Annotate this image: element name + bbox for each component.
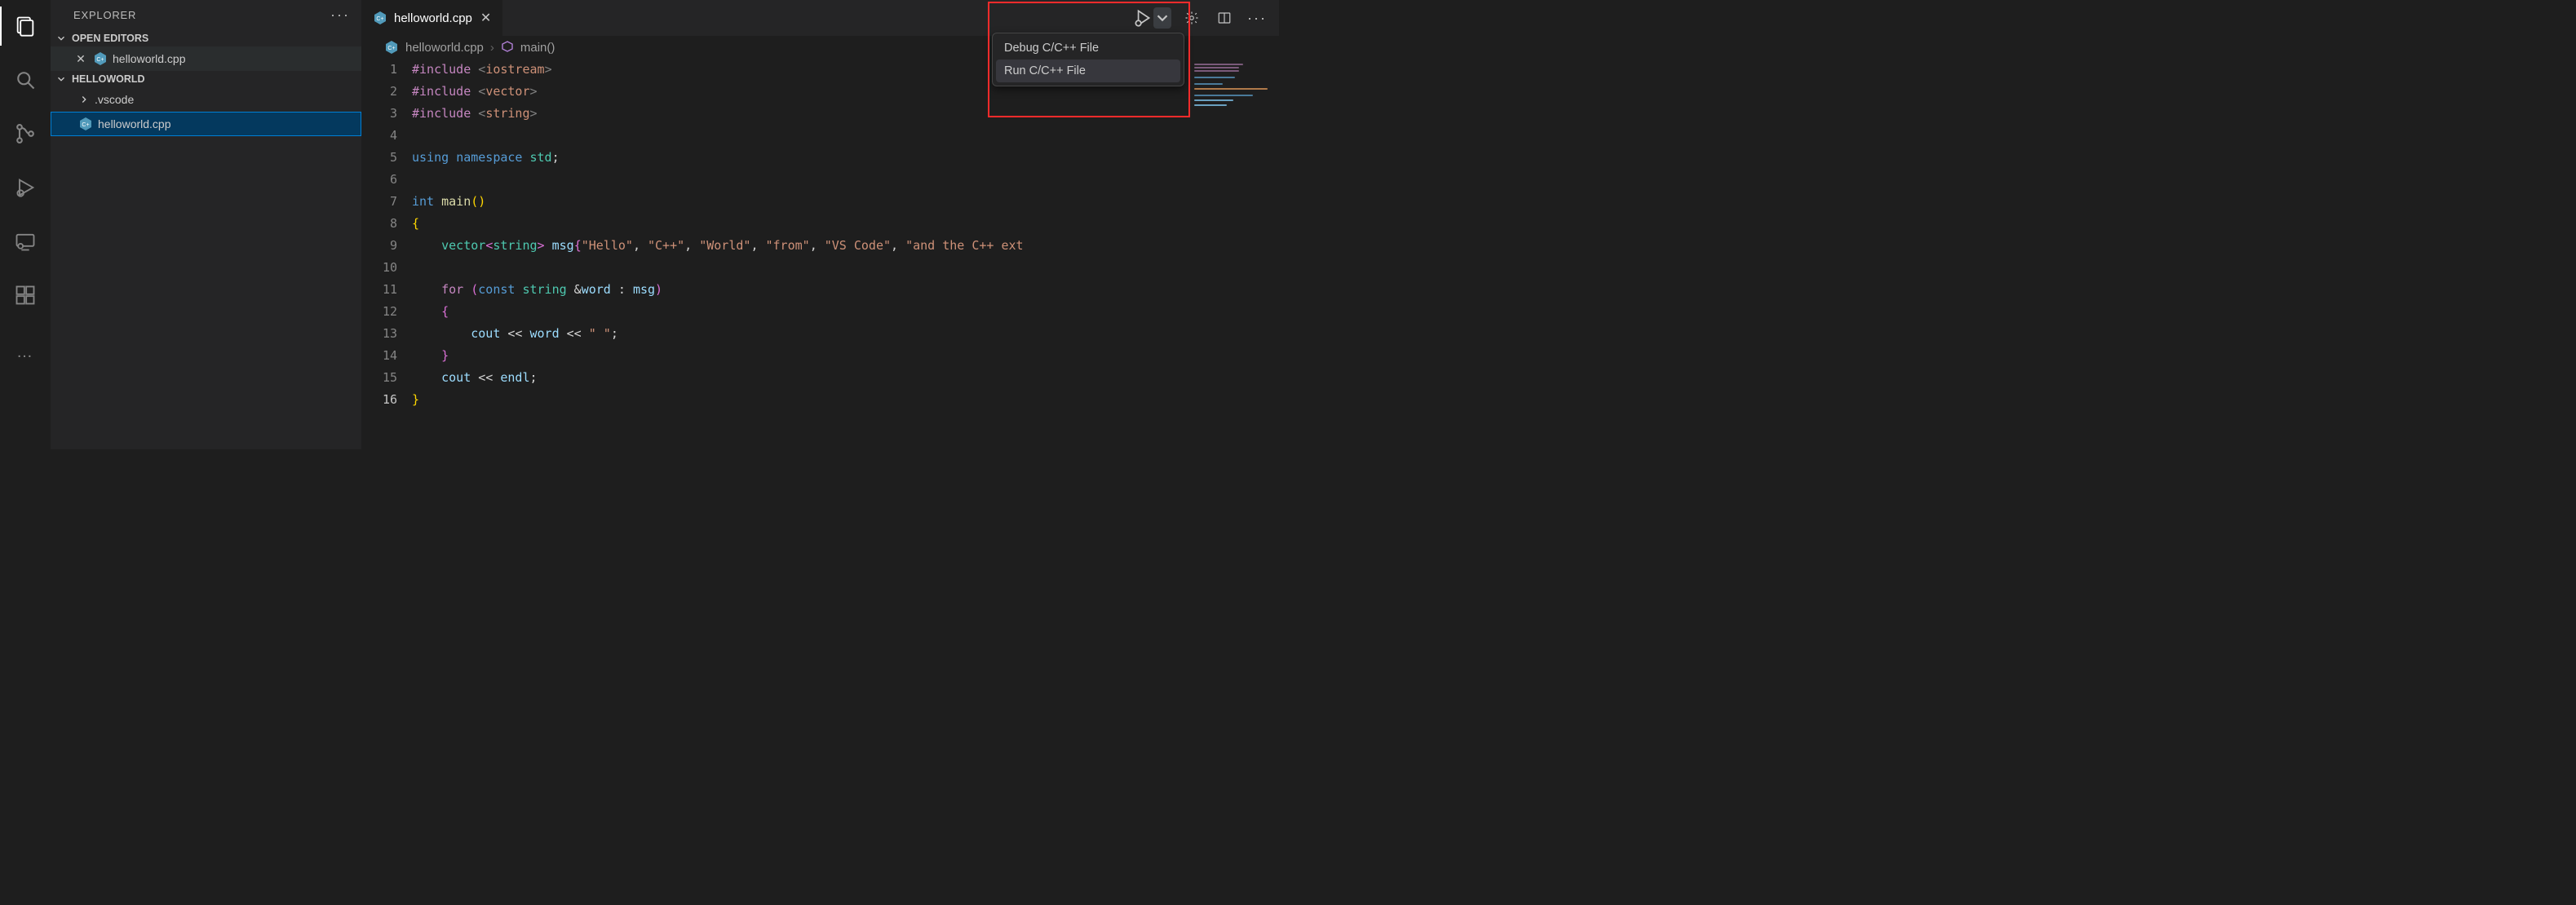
- more-icon[interactable]: ···: [1245, 6, 1269, 30]
- editor-tab-label: helloworld.cpp: [394, 11, 472, 25]
- sidebar-more-icon[interactable]: ···: [330, 7, 350, 24]
- svg-text:C+: C+: [96, 57, 104, 63]
- cpp-file-icon: C+: [384, 40, 399, 55]
- symbol-method-icon: [501, 40, 514, 55]
- editor-tab-helloworld[interactable]: C+ helloworld.cpp ✕: [361, 0, 503, 36]
- sidebar-header: EXPLORER ···: [51, 0, 361, 30]
- cpp-file-icon: C+: [78, 117, 93, 131]
- sidebar-title: EXPLORER: [73, 9, 136, 21]
- line-number: 15: [361, 367, 397, 389]
- editor-tabbar: C+ helloworld.cpp ✕ ···: [361, 0, 1279, 36]
- open-editor-item[interactable]: ✕ C+ helloworld.cpp: [51, 46, 361, 71]
- code-editor[interactable]: 12345678910111213141516 #include <iostre…: [361, 59, 1279, 449]
- code-line[interactable]: [412, 169, 1189, 191]
- svg-text:C+: C+: [376, 16, 383, 22]
- breadcrumb-symbol[interactable]: main(): [520, 41, 555, 55]
- code-line[interactable]: }: [412, 345, 1189, 367]
- line-number: 8: [361, 213, 397, 235]
- svg-text:C+: C+: [387, 46, 395, 51]
- code-line[interactable]: cout << word << " ";: [412, 323, 1189, 345]
- open-editors-label: OPEN EDITORS: [72, 33, 148, 44]
- svg-text:C+: C+: [82, 122, 89, 128]
- editor-area: C+ helloworld.cpp ✕ ···: [361, 0, 1279, 449]
- activity-search[interactable]: [6, 60, 45, 99]
- file-item-label: helloworld.cpp: [98, 117, 171, 130]
- line-number: 12: [361, 301, 397, 323]
- line-number: 4: [361, 125, 397, 147]
- line-number: 13: [361, 323, 397, 345]
- explorer-sidebar: EXPLORER ··· OPEN EDITORS ✕ C+ helloworl…: [51, 0, 361, 449]
- line-number: 2: [361, 81, 397, 103]
- open-editor-item-label: helloworld.cpp: [113, 52, 186, 65]
- line-number: 1: [361, 59, 397, 81]
- code-line[interactable]: cout << endl;: [412, 367, 1189, 389]
- run-menu-item-debug[interactable]: Debug C/C++ File: [996, 37, 1180, 60]
- code-line[interactable]: {: [412, 301, 1189, 323]
- activity-run-debug[interactable]: [6, 168, 45, 207]
- settings-gear-icon[interactable]: [1180, 6, 1204, 30]
- breadcrumb-file[interactable]: helloworld.cpp: [405, 41, 484, 55]
- code-line[interactable]: }: [412, 389, 1189, 411]
- line-number: 6: [361, 169, 397, 191]
- cpp-file-icon: C+: [373, 11, 387, 25]
- code-line[interactable]: [412, 125, 1189, 147]
- chevron-down-icon: [55, 33, 67, 44]
- code-content[interactable]: #include <iostream>#include <vector>#inc…: [412, 59, 1189, 449]
- code-line[interactable]: [412, 257, 1189, 279]
- line-number: 7: [361, 191, 397, 213]
- workspace-tree: .vscode C+ helloworld.cpp: [51, 87, 361, 136]
- play-debug-icon: [1132, 7, 1153, 29]
- line-number: 5: [361, 147, 397, 169]
- activity-extensions[interactable]: [6, 276, 45, 315]
- line-number: 11: [361, 279, 397, 301]
- run-menu-item-run[interactable]: Run C/C++ File: [996, 60, 1180, 82]
- file-item-helloworld[interactable]: C+ helloworld.cpp: [51, 112, 361, 136]
- line-number: 3: [361, 103, 397, 125]
- code-line[interactable]: for (const string &word : msg): [412, 279, 1189, 301]
- close-icon[interactable]: ✕: [73, 52, 88, 66]
- split-editor-icon[interactable]: [1212, 6, 1237, 30]
- open-editors-header[interactable]: OPEN EDITORS: [51, 30, 361, 46]
- run-menu-item-label: Debug C/C++ File: [1004, 42, 1099, 55]
- run-dropdown-menu: Debug C/C++ File Run C/C++ File: [992, 33, 1184, 86]
- line-number: 14: [361, 345, 397, 367]
- workspace-label: HELLOWORLD: [72, 73, 145, 85]
- cpp-file-icon: C+: [93, 51, 108, 66]
- line-number: 9: [361, 235, 397, 257]
- code-line[interactable]: vector<string> msg{"Hello", "C++", "Worl…: [412, 235, 1189, 257]
- activity-remote[interactable]: [6, 222, 45, 261]
- folder-item-label: .vscode: [95, 93, 134, 106]
- chevron-right-icon: ›: [490, 41, 494, 55]
- code-line[interactable]: using namespace std;: [412, 147, 1189, 169]
- chevron-down-icon: [55, 73, 67, 85]
- folder-item-vscode[interactable]: .vscode: [51, 87, 361, 112]
- chevron-right-icon: [78, 94, 90, 105]
- run-debug-split-button[interactable]: [1132, 7, 1171, 29]
- line-number-gutter: 12345678910111213141516: [361, 59, 412, 449]
- line-number: 16: [361, 389, 397, 411]
- activity-explorer[interactable]: [6, 7, 45, 46]
- open-editors-tree: ✕ C+ helloworld.cpp: [51, 46, 361, 71]
- activity-bar: …: [0, 0, 51, 449]
- activity-overflow[interactable]: …: [6, 333, 45, 372]
- chevron-down-icon[interactable]: [1153, 7, 1171, 29]
- editor-tab-actions: ···: [1132, 0, 1279, 36]
- close-icon[interactable]: ✕: [479, 10, 493, 26]
- minimap[interactable]: [1189, 59, 1279, 449]
- activity-source-control[interactable]: [6, 114, 45, 153]
- code-line[interactable]: {: [412, 213, 1189, 235]
- code-line[interactable]: int main(): [412, 191, 1189, 213]
- workspace-header[interactable]: HELLOWORLD: [51, 71, 361, 87]
- code-line[interactable]: #include <string>: [412, 103, 1189, 125]
- run-menu-item-label: Run C/C++ File: [1004, 64, 1086, 77]
- line-number: 10: [361, 257, 397, 279]
